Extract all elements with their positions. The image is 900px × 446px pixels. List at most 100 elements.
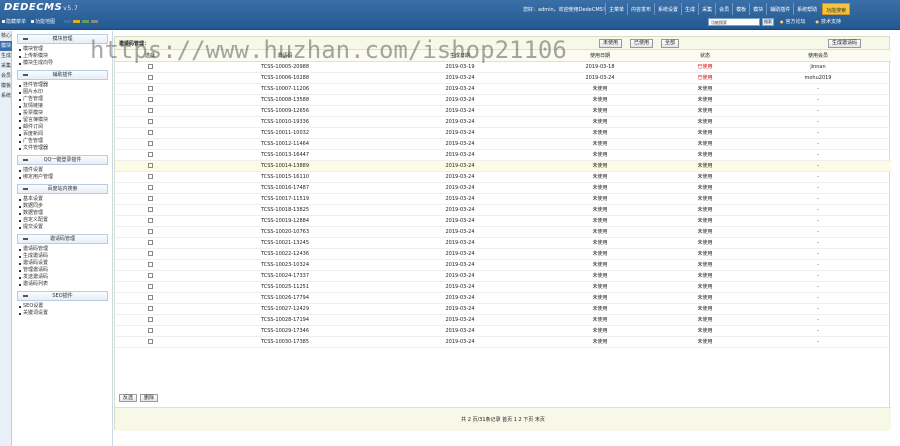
row-checkbox[interactable]	[147, 228, 153, 234]
menu-item[interactable]: 百度新闻	[13, 131, 112, 138]
menu-item[interactable]: 文件管理器	[13, 145, 112, 152]
row-checkbox[interactable]	[147, 206, 153, 212]
side-tab[interactable]: 会员	[0, 71, 12, 81]
menu-item[interactable]: 邮件订阅	[13, 124, 112, 131]
forum-link[interactable]: 官方论坛	[780, 18, 806, 25]
row-checkbox[interactable]	[147, 239, 153, 245]
menu-item[interactable]: 挂件管理器	[13, 82, 112, 89]
support-link[interactable]: 技术支持	[816, 18, 841, 25]
menu-item[interactable]: 广告管理	[13, 96, 112, 103]
menu-group-title[interactable]: QQ一键登录插件	[17, 155, 108, 165]
side-tab[interactable]: 模块	[0, 41, 12, 51]
menu-item[interactable]: 自定义配置	[13, 217, 112, 224]
row-checkbox[interactable]	[147, 283, 153, 289]
skin-swatch[interactable]	[73, 20, 81, 23]
function-search-tab[interactable]: 功能搜索	[822, 3, 851, 15]
row-checkbox[interactable]	[147, 272, 153, 278]
delete-button[interactable]: 删除	[140, 394, 159, 402]
generate-code-button[interactable]: 生成邀请码	[828, 39, 862, 48]
side-tab[interactable]: 系统	[0, 91, 12, 101]
filter-unused-button[interactable]: 未使用	[599, 39, 623, 48]
status: 未使用	[665, 204, 745, 216]
menu-item[interactable]: 插件设置	[13, 167, 112, 174]
top-nav-item[interactable]: 会员	[715, 3, 732, 15]
menu-item[interactable]: 绑定用户管理	[13, 174, 112, 181]
row-checkbox[interactable]	[147, 118, 153, 124]
skin-swatch[interactable]	[64, 20, 72, 23]
menu-item[interactable]: 模块管理	[13, 46, 112, 53]
top-nav-item[interactable]: 系统帮助	[793, 3, 820, 15]
menu-group-title[interactable]: 百度站内搜索	[17, 184, 108, 194]
menu-item[interactable]: 发送邀请码	[13, 274, 112, 281]
row-checkbox[interactable]	[147, 173, 153, 179]
menu-item[interactable]: 提交设置	[13, 224, 112, 231]
menu-group-title[interactable]: 邀请码管理	[17, 234, 108, 244]
skin-swatch[interactable]	[82, 20, 90, 23]
hide-menu-link[interactable]: 隐藏菜单	[2, 18, 26, 25]
skin-swatch[interactable]	[91, 20, 99, 23]
row-checkbox[interactable]	[147, 195, 153, 201]
row-checkbox[interactable]	[147, 305, 153, 311]
menu-item[interactable]: 图片水印	[13, 89, 112, 96]
row-checkbox[interactable]	[147, 107, 153, 113]
row-checkbox[interactable]	[147, 184, 153, 190]
menu-item[interactable]: 关键词设置	[13, 310, 112, 317]
top-nav-item[interactable]: 模块	[749, 3, 766, 15]
menu-item[interactable]: 广告管理	[13, 138, 112, 145]
menu-item[interactable]: 投票模块	[13, 110, 112, 117]
row-checkbox[interactable]	[147, 140, 153, 146]
top-nav-item[interactable]: 模板	[732, 3, 749, 15]
row-checkbox[interactable]	[147, 338, 153, 344]
row-checkbox[interactable]	[147, 63, 153, 69]
search-button[interactable]: 搜索	[762, 18, 774, 26]
menu-item[interactable]: 友情链接	[13, 103, 112, 110]
row-checkbox[interactable]	[147, 85, 153, 91]
menu-item[interactable]: 数据管理	[13, 210, 112, 217]
invite-code: TCSS-10024-17337	[185, 270, 385, 282]
row-checkbox[interactable]	[147, 261, 153, 267]
invert-select-button[interactable]: 反选	[119, 394, 138, 402]
filter-used-button[interactable]: 已使用	[630, 39, 654, 48]
menu-item[interactable]: 管理邀请码	[13, 267, 112, 274]
menu-item[interactable]: 邀请码管理	[13, 246, 112, 253]
menu-group-title[interactable]: SEO插件	[17, 291, 108, 301]
menu-group-title[interactable]: 辅助插件	[17, 70, 108, 80]
invite-code: TCSS-10005-20988	[185, 61, 385, 73]
menu-item[interactable]: 邀请码列表	[13, 281, 112, 288]
menu-item[interactable]: 上传新模块	[13, 53, 112, 60]
menu-item[interactable]: 留言簿模块	[13, 117, 112, 124]
pagination[interactable]: 共 2 页/31条记录 首页 1 2 下页 末页	[115, 407, 891, 431]
row-checkbox[interactable]	[147, 250, 153, 256]
row-checkbox[interactable]	[147, 162, 153, 168]
row-checkbox[interactable]	[147, 96, 153, 102]
top-nav-item[interactable]: 生成	[681, 3, 698, 15]
function-map-link[interactable]: 功能地图	[31, 18, 55, 25]
invite-code: TCSS-10018-13825	[185, 204, 385, 216]
side-tab[interactable]: 采集	[0, 61, 12, 71]
skin-swatches[interactable]	[64, 20, 99, 23]
row-checkbox[interactable]	[147, 294, 153, 300]
menu-item[interactable]: 模块生成向导	[13, 60, 112, 67]
menu-item[interactable]: SEO设置	[13, 303, 112, 310]
row-checkbox[interactable]	[147, 217, 153, 223]
function-search-input[interactable]: 功能搜索	[708, 18, 760, 26]
filter-all-button[interactable]: 全部	[661, 39, 680, 48]
menu-group-title[interactable]: 模块管理	[17, 34, 108, 44]
side-tab[interactable]: 核心	[0, 31, 12, 41]
top-nav-item[interactable]: 主菜单	[605, 3, 627, 15]
top-nav-item[interactable]: 辅助插件	[766, 3, 793, 15]
top-nav-item[interactable]: 内容发布	[627, 3, 654, 15]
row-checkbox[interactable]	[147, 74, 153, 80]
row-checkbox[interactable]	[147, 316, 153, 322]
row-checkbox[interactable]	[147, 129, 153, 135]
menu-item[interactable]: 生成邀请码	[13, 253, 112, 260]
top-nav-item[interactable]: 采集	[698, 3, 715, 15]
top-nav-item[interactable]: 系统设置	[654, 3, 681, 15]
side-tab[interactable]: 生成	[0, 51, 12, 61]
menu-item[interactable]: 基本设置	[13, 196, 112, 203]
row-checkbox[interactable]	[147, 327, 153, 333]
menu-item[interactable]: 数据同步	[13, 203, 112, 210]
side-tab[interactable]: 模板	[0, 81, 12, 91]
row-checkbox[interactable]	[147, 151, 153, 157]
menu-item[interactable]: 邀请码设置	[13, 260, 112, 267]
